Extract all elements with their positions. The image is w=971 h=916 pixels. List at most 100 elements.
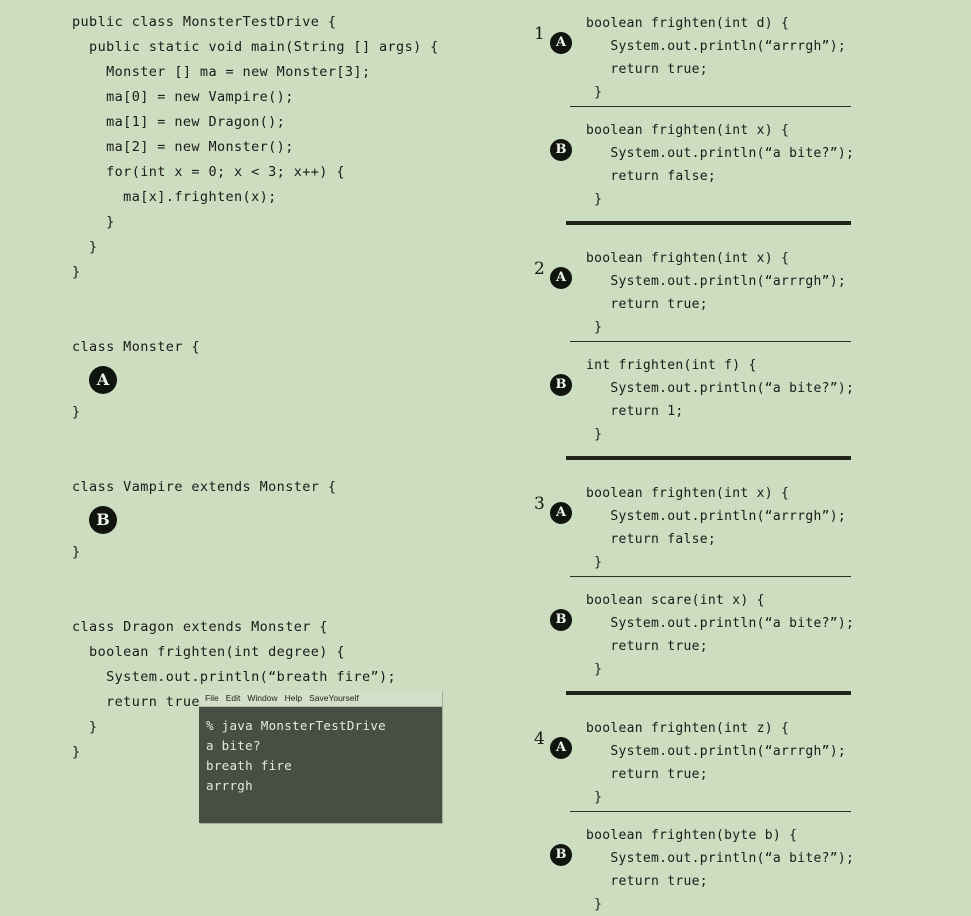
menu-item-window[interactable]: Window: [247, 693, 277, 703]
code-line: System.out.println(“a bite?”);: [586, 851, 855, 866]
code-line: }: [72, 239, 98, 255]
code-line: System.out.println(“arrrgh”);: [586, 39, 847, 54]
code-line: return true;: [586, 874, 708, 889]
code-line: }: [72, 264, 81, 280]
variant-code: boolean frighten(byte b) { System.out.pr…: [520, 812, 971, 916]
terminal-line: % java MonsterTestDrive: [206, 718, 386, 733]
code-line: boolean frighten(int d) {: [586, 16, 790, 31]
menu-item-edit[interactable]: Edit: [226, 693, 241, 703]
code-line: public static void main(String [] args) …: [72, 39, 439, 55]
option-variant-a[interactable]: A boolean frighten(int x) { System.out.p…: [520, 235, 971, 339]
code-line: boolean scare(int x) {: [586, 593, 765, 608]
code-line: ma[x].frighten(x);: [72, 189, 277, 205]
variant-badge-b-icon: B: [550, 139, 572, 161]
option-variant-a[interactable]: A boolean frighten(int x) { System.out.p…: [520, 470, 971, 574]
variant-code: boolean frighten(int d) { System.out.pri…: [520, 0, 971, 104]
code-line: System.out.println(“arrrgh”);: [586, 509, 847, 524]
code-line: }: [586, 790, 603, 805]
variant-code: int frighten(int f) { System.out.println…: [520, 342, 971, 446]
variant-badge-a-icon: A: [550, 502, 572, 524]
code-line: }: [586, 320, 603, 335]
terminal-line: breath fire: [206, 758, 293, 773]
variant-code: boolean frighten(int x) { System.out.pri…: [520, 235, 971, 339]
code-line: int frighten(int f) {: [586, 358, 757, 373]
code-line: ma[1] = new Dragon();: [72, 114, 286, 130]
code-line: }: [72, 404, 81, 420]
terminal-output: % java MonsterTestDrive a bite? breath f…: [199, 707, 442, 796]
slot-badge-a-icon: A: [89, 366, 117, 394]
main-class-listing: public class MonsterTestDrive { public s…: [72, 10, 502, 285]
option-variant-b[interactable]: B int frighten(int f) { System.out.print…: [520, 342, 971, 446]
code-line: for(int x = 0; x < 3; x++) {: [72, 164, 345, 180]
code-line: }: [586, 192, 603, 207]
code-line: boolean frighten(int z) {: [586, 721, 790, 736]
option-variant-b[interactable]: B boolean scare(int x) { System.out.prin…: [520, 577, 971, 681]
variant-badge-b-icon: B: [550, 609, 572, 631]
code-line: }: [586, 897, 603, 912]
option-block-divider: [566, 456, 851, 460]
menu-item-file[interactable]: File: [205, 693, 219, 703]
variant-code: boolean frighten(int x) { System.out.pri…: [520, 470, 971, 574]
variant-code: boolean scare(int x) { System.out.printl…: [520, 577, 971, 681]
option-variant-b[interactable]: B boolean frighten(int x) { System.out.p…: [520, 107, 971, 211]
code-line: System.out.println(“arrrgh”);: [586, 274, 847, 289]
menu-item-saveyourself[interactable]: SaveYourself: [309, 693, 359, 703]
option-blocks-column: 1 A boolean frighten(int d) { System.out…: [520, 0, 971, 916]
option-block-3[interactable]: 3 A boolean frighten(int x) { System.out…: [520, 470, 971, 681]
variant-badge-a-icon: A: [550, 267, 572, 289]
option-variant-b[interactable]: B boolean frighten(byte b) { System.out.…: [520, 812, 971, 916]
left-source-column: public class MonsterTestDrive { public s…: [72, 10, 502, 765]
option-variant-a[interactable]: A boolean frighten(int z) { System.out.p…: [520, 705, 971, 809]
code-line: Monster [] ma = new Monster[3];: [72, 64, 371, 80]
option-block-4[interactable]: 4 A boolean frighten(int z) { System.out…: [520, 705, 971, 916]
code-line: ma[2] = new Monster();: [72, 139, 294, 155]
blank-slot-monster: A: [72, 360, 502, 400]
code-line: ma[0] = new Vampire();: [72, 89, 294, 105]
code-line: return true;: [586, 767, 708, 782]
option-block-divider: [566, 691, 851, 695]
code-line: return 1;: [586, 404, 684, 419]
option-block-2[interactable]: 2 A boolean frighten(int x) { System.out…: [520, 235, 971, 446]
code-line: class Dragon extends Monster {: [72, 619, 328, 635]
terminal-window: File Edit Window Help SaveYourself % jav…: [199, 690, 442, 823]
option-block-1[interactable]: 1 A boolean frighten(int d) { System.out…: [520, 0, 971, 211]
variant-code: boolean frighten(int z) { System.out.pri…: [520, 705, 971, 809]
variant-code: boolean frighten(int x) { System.out.pri…: [520, 107, 971, 211]
code-line: System.out.println(“a bite?”);: [586, 616, 855, 631]
code-line: }: [72, 544, 81, 560]
option-block-divider: [566, 221, 851, 225]
code-line: class Vampire extends Monster {: [72, 479, 337, 495]
variant-badge-b-icon: B: [550, 374, 572, 396]
code-line: boolean frighten(int degree) {: [72, 644, 345, 660]
code-line: System.out.println(“arrrgh”);: [586, 744, 847, 759]
code-line: System.out.println(“a bite?”);: [586, 381, 855, 396]
code-line: boolean frighten(int x) {: [586, 123, 790, 138]
code-line: }: [72, 214, 115, 230]
code-line: return true;: [586, 62, 708, 77]
option-variant-a[interactable]: A boolean frighten(int d) { System.out.p…: [520, 0, 971, 104]
code-line: }: [586, 427, 603, 442]
code-line: System.out.println(“breath fire”);: [72, 669, 397, 685]
code-line: boolean frighten(byte b) {: [586, 828, 798, 843]
code-line: boolean frighten(int x) {: [586, 251, 790, 266]
terminal-line: arrrgh: [206, 778, 253, 793]
code-line: System.out.println(“a bite?”);: [586, 146, 855, 161]
puzzle-page: public class MonsterTestDrive { public s…: [0, 0, 971, 912]
vampire-class-listing: class Vampire extends Monster { B }: [72, 475, 502, 565]
code-line: boolean frighten(int x) {: [586, 486, 790, 501]
terminal-line: a bite?: [206, 738, 261, 753]
variant-badge-b-icon: B: [550, 844, 572, 866]
code-line: return false;: [586, 532, 717, 547]
code-line: }: [586, 85, 603, 100]
code-line: }: [586, 555, 603, 570]
menu-item-help[interactable]: Help: [285, 693, 302, 703]
code-line: return false;: [586, 169, 717, 184]
code-line: class Monster {: [72, 339, 200, 355]
variant-badge-a-icon: A: [550, 32, 572, 54]
code-line: return true;: [586, 297, 708, 312]
variant-badge-a-icon: A: [550, 737, 572, 759]
blank-slot-vampire: B: [72, 500, 502, 540]
